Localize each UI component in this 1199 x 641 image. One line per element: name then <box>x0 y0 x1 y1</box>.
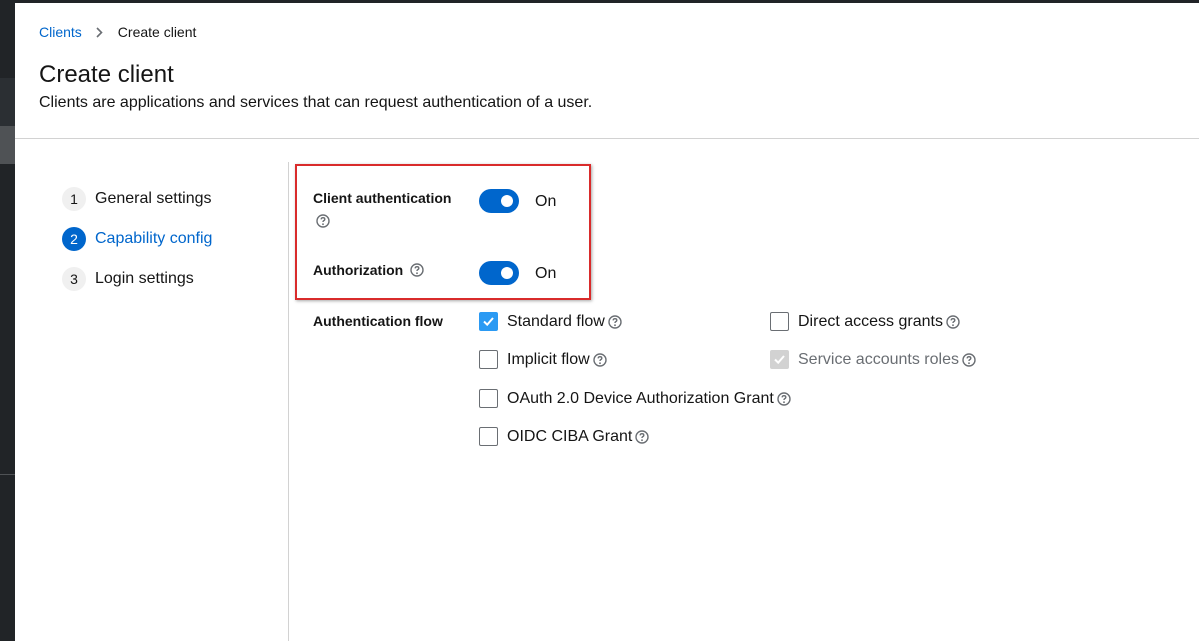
step-number: 3 <box>62 267 86 291</box>
vertical-divider <box>288 162 289 641</box>
implicit-flow-checkbox[interactable] <box>479 350 498 369</box>
implicit-flow-label: Implicit flow <box>507 350 590 368</box>
breadcrumb: Clients Create client <box>39 24 196 40</box>
page-description: Clients are applications and services th… <box>39 94 593 111</box>
oauth-device-grant-label: OAuth 2.0 Device Authorization Grant <box>507 389 774 407</box>
help-icon[interactable] <box>635 429 650 444</box>
step-label: General settings <box>95 190 212 207</box>
breadcrumb-clients-link[interactable]: Clients <box>39 24 82 40</box>
service-accounts-roles-checkbox <box>770 350 789 369</box>
help-icon[interactable] <box>946 314 960 329</box>
step-label: Login settings <box>95 270 194 287</box>
client-authentication-label-text: Client authentication <box>313 190 452 206</box>
standard-flow-checkbox[interactable] <box>479 312 498 331</box>
authentication-flow-label: Authentication flow <box>313 313 443 329</box>
authorization-switch[interactable] <box>479 261 519 285</box>
oidc-ciba-grant-option: OIDC CIBA Grant <box>479 427 650 446</box>
direct-access-grants-checkbox[interactable] <box>770 312 789 331</box>
wizard-nav: 1 General settings 2 Capability config 3… <box>62 186 212 306</box>
help-icon[interactable] <box>962 352 976 367</box>
service-accounts-roles-label: Service accounts roles <box>798 350 959 368</box>
authentication-flow-label-text: Authentication flow <box>313 313 443 329</box>
standard-flow-label: Standard flow <box>507 312 605 330</box>
client-authentication-switch[interactable] <box>479 189 519 213</box>
page-header: Clients Create client Create client Clie… <box>15 3 1199 139</box>
page-title: Create client <box>39 61 174 88</box>
authorization-label-text: Authorization <box>313 262 404 278</box>
wizard-step-capability-config[interactable]: 2 Capability config <box>62 226 212 252</box>
oauth-device-grant-option: OAuth 2.0 Device Authorization Grant <box>479 389 791 408</box>
check-icon <box>483 317 494 327</box>
help-icon[interactable] <box>592 352 607 367</box>
service-accounts-roles-option: Service accounts roles <box>770 350 976 369</box>
oauth-device-grant-checkbox[interactable] <box>479 389 498 408</box>
implicit-flow-option: Implicit flow <box>479 350 607 369</box>
direct-access-grants-label: Direct access grants <box>798 312 943 330</box>
authorization-state: On <box>535 265 557 282</box>
help-icon[interactable] <box>777 391 791 406</box>
help-icon[interactable] <box>608 314 622 329</box>
oidc-ciba-grant-label: OIDC CIBA Grant <box>507 427 633 445</box>
help-icon[interactable] <box>410 263 424 277</box>
wizard-step-general-settings[interactable]: 1 General settings <box>62 186 212 212</box>
oidc-ciba-grant-checkbox[interactable] <box>479 427 498 446</box>
direct-access-grants-option: Direct access grants <box>770 312 960 331</box>
breadcrumb-current: Create client <box>117 24 197 40</box>
step-number: 2 <box>62 227 86 251</box>
help-icon[interactable] <box>316 214 330 228</box>
step-number: 1 <box>62 187 86 211</box>
check-icon <box>774 355 785 365</box>
client-authentication-label: Client authentication <box>313 190 451 206</box>
chevron-right-icon <box>94 25 106 39</box>
standard-flow-option: Standard flow <box>479 312 622 331</box>
wizard-step-login-settings[interactable]: 3 Login settings <box>62 266 212 292</box>
client-authentication-state: On <box>535 193 557 210</box>
step-label: Capability config <box>95 230 213 247</box>
authorization-label: Authorization <box>313 262 403 278</box>
left-nav-rail <box>0 0 15 641</box>
